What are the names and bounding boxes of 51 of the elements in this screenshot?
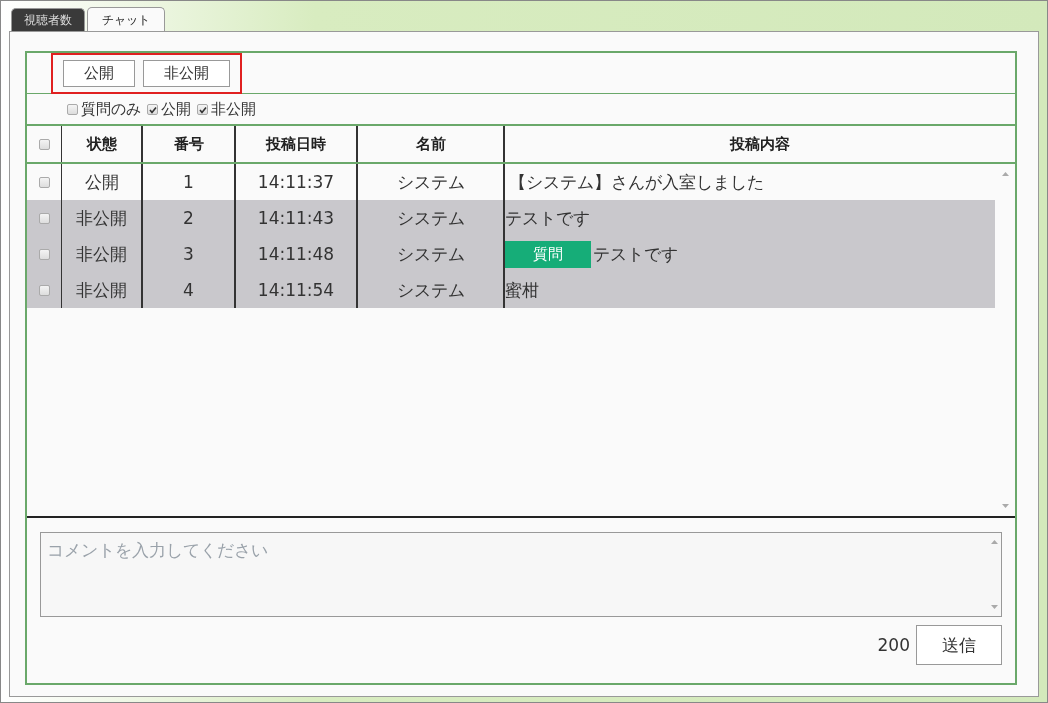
scroll-up-icon[interactable] bbox=[991, 540, 998, 544]
table-cell: 公開 bbox=[84, 170, 119, 194]
table-cell: 3 bbox=[183, 244, 194, 264]
checkbox-label: 非公開 bbox=[211, 99, 256, 119]
table-cell: 非公開 bbox=[76, 206, 127, 230]
select-all-checkbox[interactable] bbox=[38, 138, 50, 150]
send-button[interactable]: 送信 bbox=[916, 625, 1002, 665]
table-cell: システム bbox=[396, 206, 465, 230]
table-cell: システム bbox=[396, 278, 465, 302]
table-row[interactable]: 非公開 4 14:11:54 システム 蜜柑 bbox=[27, 272, 995, 308]
message-text: テストです bbox=[505, 206, 590, 230]
message-text: 【システム】さんが入室しました bbox=[508, 170, 764, 194]
column-header: 状態 bbox=[62, 126, 143, 162]
table-cell: 14:11:37 bbox=[257, 172, 335, 192]
table-cell: 1 bbox=[183, 172, 194, 192]
row-checkbox[interactable] bbox=[38, 284, 50, 296]
tab[interactable]: 視聴者数 bbox=[11, 8, 85, 31]
table-cell: 14:11:48 bbox=[257, 244, 335, 264]
table-cell: 14:11:54 bbox=[257, 280, 335, 300]
table-cell: 2 bbox=[183, 208, 194, 228]
column-header: 投稿日時 bbox=[236, 126, 358, 162]
table-cell: システム bbox=[396, 170, 465, 194]
checkbox[interactable] bbox=[67, 103, 78, 115]
message-text: テストです bbox=[593, 242, 678, 266]
checkbox[interactable] bbox=[197, 103, 208, 115]
row-checkbox[interactable] bbox=[38, 176, 50, 188]
column-header: 投稿内容 bbox=[728, 133, 791, 155]
checkbox-label: 公開 bbox=[161, 99, 191, 119]
scroll-down-icon[interactable] bbox=[991, 605, 998, 609]
table-row[interactable]: 非公開 3 14:11:48 システム 質問 テストです bbox=[27, 236, 995, 272]
table-cell: 非公開 bbox=[76, 278, 127, 302]
table-cell: 14:11:43 bbox=[257, 208, 335, 228]
column-header: 名前 bbox=[358, 126, 505, 162]
row-checkbox[interactable] bbox=[38, 212, 50, 224]
question-tag: 質問 bbox=[505, 240, 591, 268]
scroll-up-icon[interactable] bbox=[1001, 172, 1009, 176]
comment-field[interactable]: コメントを入力してください bbox=[40, 532, 1002, 617]
table-cell: システム bbox=[396, 242, 465, 266]
row-checkbox[interactable] bbox=[38, 248, 50, 260]
scroll-down-icon[interactable] bbox=[1001, 504, 1009, 508]
checkbox-label: 質問のみ bbox=[81, 99, 141, 119]
character-count: 200 bbox=[877, 635, 910, 655]
table-row[interactable]: 非公開 2 14:11:43 システム テストです bbox=[27, 200, 995, 236]
filter-button[interactable]: 公開 bbox=[63, 59, 135, 87]
tab[interactable]: チャット bbox=[87, 7, 165, 31]
table-cell: 非公開 bbox=[76, 242, 127, 266]
table-cell: 4 bbox=[183, 280, 194, 300]
checkbox[interactable] bbox=[147, 103, 158, 115]
column-header: 番号 bbox=[143, 126, 236, 162]
message-text: 蜜柑 bbox=[505, 278, 539, 302]
filter-button[interactable]: 非公開 bbox=[143, 59, 230, 87]
